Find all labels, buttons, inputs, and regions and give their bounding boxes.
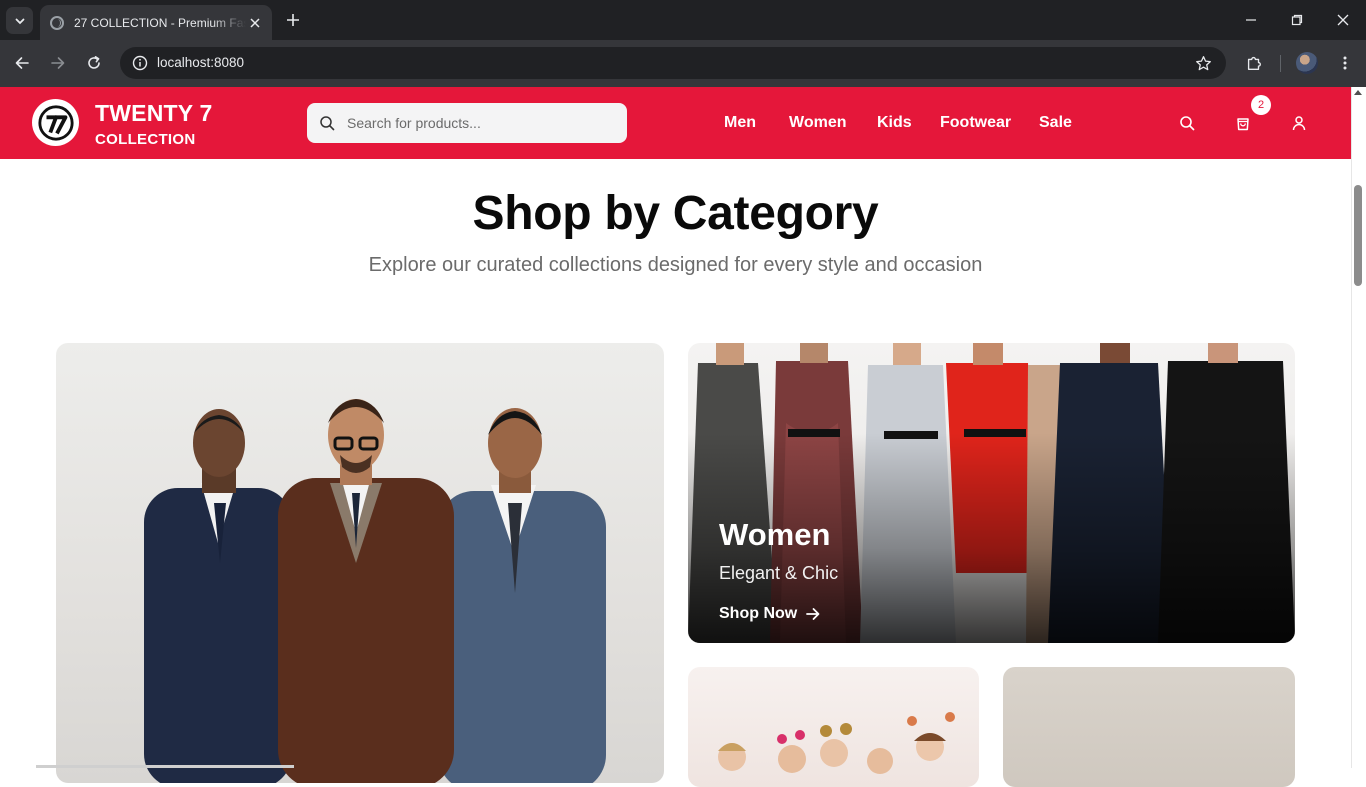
card-tagline: Elegant & Chic bbox=[719, 563, 839, 583]
logo-mark-icon bbox=[37, 104, 74, 141]
search-input[interactable] bbox=[347, 103, 617, 143]
product-search[interactable] bbox=[307, 103, 627, 143]
browser-tab-active[interactable]: 27 COLLECTION - Premium Fashion bbox=[40, 5, 272, 40]
back-button[interactable] bbox=[8, 49, 36, 77]
site-info-button[interactable] bbox=[128, 51, 152, 75]
star-icon bbox=[1195, 55, 1211, 70]
shopping-bag-icon bbox=[1237, 118, 1249, 131]
brand-logo[interactable] bbox=[32, 99, 79, 146]
info-icon bbox=[132, 55, 148, 71]
address-bar[interactable]: localhost:8080 bbox=[120, 47, 1226, 79]
forward-button[interactable] bbox=[44, 49, 72, 77]
shop-now-link[interactable]: Shop Now bbox=[719, 605, 821, 623]
brand-subtitle: COLLECTION bbox=[95, 131, 196, 148]
nav-link-kids[interactable]: Kids bbox=[877, 114, 912, 132]
men-category-image bbox=[144, 399, 606, 783]
restore-button[interactable] bbox=[1274, 0, 1320, 40]
site-header: TWENTY 7 COLLECTION Men Women Kids Footw… bbox=[0, 87, 1351, 159]
close-window-button[interactable] bbox=[1320, 0, 1366, 40]
chevron-down-icon bbox=[15, 18, 24, 24]
nav-link-women[interactable]: Women bbox=[789, 114, 846, 132]
close-icon bbox=[1337, 14, 1349, 26]
reload-button[interactable] bbox=[80, 49, 108, 77]
plus-icon bbox=[287, 14, 299, 26]
arrow-right-icon bbox=[51, 57, 65, 69]
section-subtitle: Explore our curated collections designed… bbox=[368, 254, 983, 276]
tab-title: 27 COLLECTION - Premium Fashion bbox=[74, 15, 246, 30]
tab-close-button[interactable] bbox=[246, 14, 264, 32]
cart-button[interactable] bbox=[1231, 111, 1255, 135]
bookmark-button[interactable] bbox=[1192, 52, 1214, 74]
minimize-button[interactable] bbox=[1228, 0, 1274, 40]
extensions-button[interactable] bbox=[1242, 51, 1266, 75]
url-text: localhost:8080 bbox=[157, 55, 245, 70]
nav-link-sale[interactable]: Sale bbox=[1039, 114, 1072, 132]
category-card-footwear[interactable] bbox=[1003, 667, 1295, 787]
shop-now-label: Shop Now bbox=[719, 605, 798, 622]
new-tab-button[interactable] bbox=[282, 9, 304, 31]
minimize-icon bbox=[1246, 19, 1256, 21]
browser-tab-bar: 27 COLLECTION - Premium Fashion bbox=[0, 0, 1366, 40]
tab-search-button[interactable] bbox=[6, 7, 33, 34]
nav-link-men[interactable]: Men bbox=[724, 114, 756, 132]
browser-toolbar: localhost:8080 bbox=[0, 40, 1366, 87]
scroll-up-arrow[interactable] bbox=[1354, 90, 1362, 95]
reload-icon bbox=[88, 56, 100, 69]
search-icon bbox=[1180, 116, 1195, 131]
profile-avatar[interactable] bbox=[1296, 52, 1318, 74]
kids-category-image bbox=[718, 712, 955, 774]
browser-menu-button[interactable] bbox=[1333, 51, 1357, 75]
section-title: Shop by Category bbox=[472, 187, 879, 240]
nav-link-footwear[interactable]: Footwear bbox=[940, 114, 1011, 132]
category-card-women[interactable]: Women Elegant & Chic Shop Now bbox=[688, 343, 1295, 643]
scrollbar-thumb[interactable] bbox=[1354, 185, 1362, 286]
card-title: Women bbox=[719, 517, 831, 552]
search-icon bbox=[320, 116, 335, 131]
toolbar-divider bbox=[1280, 55, 1281, 72]
globe-icon bbox=[50, 15, 64, 30]
header-search-button[interactable] bbox=[1175, 111, 1199, 135]
puzzle-icon bbox=[1247, 56, 1261, 70]
category-card-kids[interactable] bbox=[688, 667, 979, 787]
cart-count-badge: 2 bbox=[1251, 95, 1271, 115]
arrow-right-icon bbox=[806, 608, 820, 620]
restore-icon bbox=[1291, 14, 1303, 26]
category-card-men[interactable] bbox=[56, 343, 664, 783]
user-icon bbox=[1292, 116, 1306, 131]
close-icon bbox=[250, 17, 260, 28]
brand-name[interactable]: TWENTY 7 bbox=[95, 100, 212, 127]
account-button[interactable] bbox=[1287, 111, 1311, 135]
more-vertical-icon bbox=[1343, 56, 1347, 70]
arrow-left-icon bbox=[15, 57, 29, 69]
